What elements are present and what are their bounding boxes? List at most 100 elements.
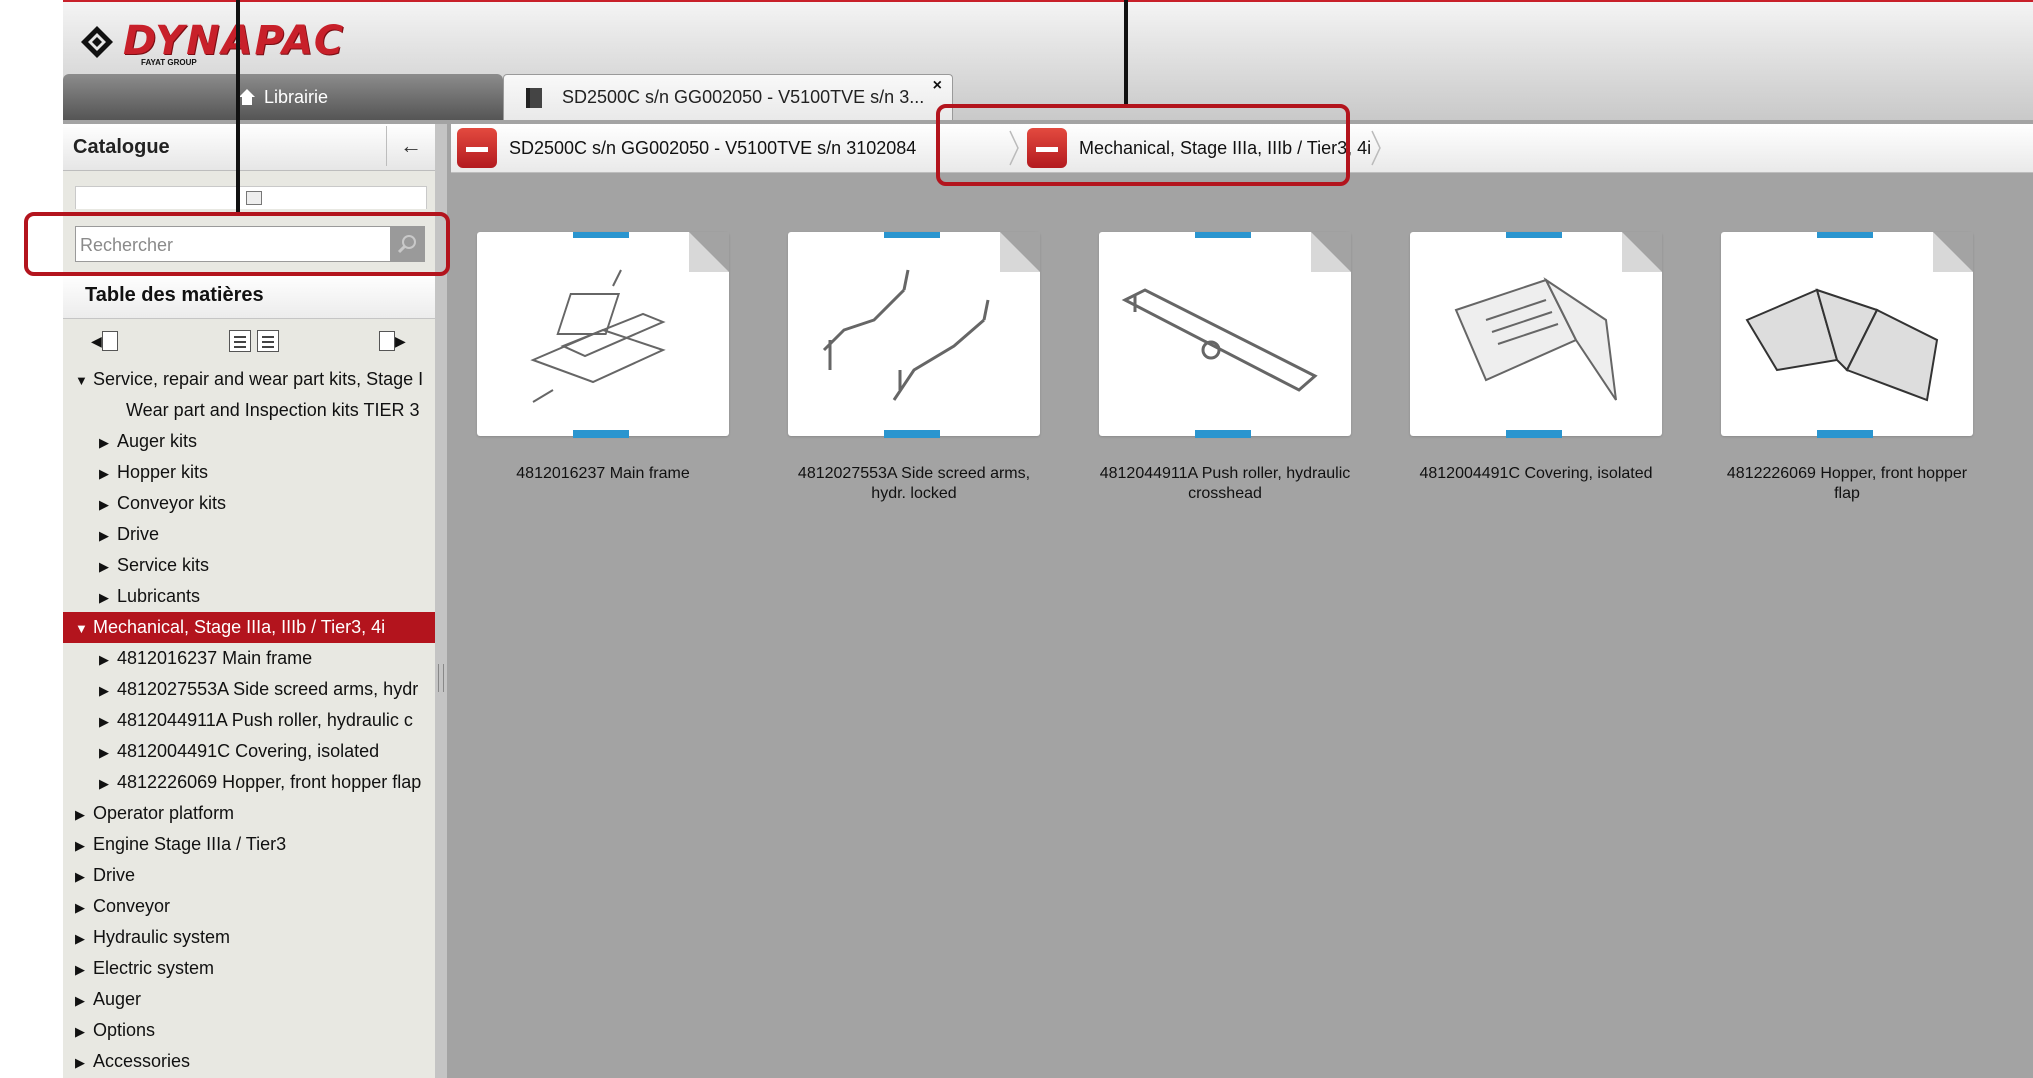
callout-search <box>24 212 450 276</box>
page-fold <box>1933 232 1973 272</box>
thumbnail-tab <box>1817 232 1873 238</box>
catalog-toolbar <box>75 186 427 209</box>
collapse-all-button[interactable] <box>257 329 279 353</box>
toc-navigation: ◀ ▶ <box>63 324 435 358</box>
tree-item[interactable]: ▶ 4812027553A Side screed arms, hydr <box>63 674 435 705</box>
breadcrumb-item-document[interactable]: SD2500C s/n GG002050 - V5100TVE s/n 3102… <box>457 128 916 168</box>
thumbnail-caption: 4812027553A Side screed arms, hydr. lock… <box>797 465 1031 502</box>
thumbnail-caption: 4812226069 Hopper, front hopper flap <box>1726 465 1968 502</box>
tree-item[interactable]: ▶ Drive <box>63 860 435 891</box>
thumbnail-caption: 4812004491C Covering, isolated <box>1419 465 1653 482</box>
thumbnail-card[interactable] <box>477 232 729 438</box>
tree-item[interactable]: ▶ Auger kits <box>63 426 435 457</box>
tab-library[interactable]: Librairie <box>63 74 503 120</box>
thumbnail-card[interactable] <box>1099 232 1351 438</box>
collapsed-arrow-icon[interactable]: ▶ <box>99 458 117 488</box>
brand-logo-icon <box>81 26 113 58</box>
collapsed-arrow-icon[interactable]: ▶ <box>75 985 93 1015</box>
collapsed-arrow-icon[interactable]: ▶ <box>99 551 117 581</box>
tree-item-label: Operator platform <box>93 803 235 823</box>
tree-item[interactable]: ▶ Service kits <box>63 550 435 581</box>
home-icon <box>238 89 255 105</box>
expand-all-button[interactable] <box>229 329 251 353</box>
expanded-arrow-icon[interactable]: ▼ <box>75 365 93 395</box>
thumbnail-side-screed-arms[interactable]: 4812027553A Side screed arms, hydr. lock… <box>788 232 1040 504</box>
expanded-arrow-icon[interactable]: ▼ <box>75 613 93 643</box>
tree-item[interactable]: ▶ Hydraulic system <box>63 922 435 953</box>
tree-item-label: Auger kits <box>117 431 198 451</box>
toc-title: Table des matières <box>85 284 264 306</box>
splitter-grip[interactable] <box>438 664 444 692</box>
tree-item[interactable]: ▶ 4812044911A Push roller, hydraulic c <box>63 705 435 736</box>
tree-item-label: Lubricants <box>117 586 201 606</box>
tab-library-label: Librairie <box>263 86 329 107</box>
tree-item[interactable]: ▶ Conveyor <box>63 891 435 922</box>
collapsed-arrow-icon[interactable]: ▶ <box>75 830 93 860</box>
catalog-header: Catalogue ← <box>63 124 435 171</box>
thumbnail-tab <box>573 430 629 438</box>
catalog-title: Catalogue <box>73 136 170 158</box>
collapsed-arrow-icon[interactable]: ▶ <box>99 706 117 736</box>
tab-document-label: SD2500C s/n GG002050 - V5100TVE s/n 3... <box>562 87 925 107</box>
tree-item[interactable]: ▶ Accessories <box>63 1046 435 1077</box>
tree-item[interactable]: ▶ Engine Stage IIIa / Tier3 <box>63 829 435 860</box>
tree-item[interactable]: ▶ Drive <box>63 519 435 550</box>
page-fold <box>1000 232 1040 272</box>
collapse-panel-button[interactable]: ← <box>386 126 435 166</box>
collapsed-arrow-icon[interactable]: ▶ <box>75 892 93 922</box>
thumbnail-card[interactable] <box>1410 232 1662 438</box>
thumbnail-tab <box>1195 430 1251 438</box>
thumbnail-push-roller[interactable]: 4812044911A Push roller, hydraulic cross… <box>1099 232 1351 504</box>
tree-item-label: 4812044911A Push roller, hydraulic c <box>117 710 413 730</box>
paver-icon <box>457 128 497 168</box>
thumbnail-covering[interactable]: 4812004491C Covering, isolated <box>1410 232 1662 484</box>
tree-item-label: 4812226069 Hopper, front hopper flap <box>117 772 422 792</box>
tree-item[interactable]: ▶ Operator platform <box>63 798 435 829</box>
tree-item-label: 4812016237 Main frame <box>117 648 313 668</box>
thumbnail-card[interactable] <box>788 232 1040 438</box>
flat-list-icon <box>257 330 279 352</box>
tree-item[interactable]: ▼ Mechanical, Stage IIIa, IIIb / Tier3, 4… <box>63 612 439 643</box>
collapsed-arrow-icon[interactable]: ▶ <box>75 799 93 829</box>
tree-item[interactable]: ▶ Auger <box>63 984 435 1015</box>
collapsed-arrow-icon[interactable]: ▶ <box>99 644 117 674</box>
thumbnail-card[interactable] <box>1721 232 1973 438</box>
collapsed-arrow-icon[interactable]: ▶ <box>99 582 117 612</box>
collapsed-arrow-icon[interactable]: ▶ <box>99 737 117 767</box>
tree-item[interactable]: ▶ Electric system <box>63 953 435 984</box>
thumbnail-hopper[interactable]: 4812226069 Hopper, front hopper flap <box>1721 232 1973 504</box>
collapsed-arrow-icon[interactable]: ▶ <box>99 520 117 550</box>
collapsed-arrow-icon[interactable]: ▶ <box>99 427 117 457</box>
print-icon[interactable] <box>246 191 262 205</box>
page-fold <box>689 232 729 272</box>
close-tab-icon[interactable]: × <box>933 77 942 95</box>
collapsed-arrow-icon[interactable]: ▶ <box>75 1047 93 1077</box>
tree-item[interactable]: ▶ Conveyor kits <box>63 488 435 519</box>
collapsed-arrow-icon[interactable]: ▶ <box>75 861 93 891</box>
tree-item-label: Drive <box>93 865 136 885</box>
tree-item[interactable]: Wear part and Inspection kits TIER 3 <box>63 395 435 426</box>
tree-item[interactable]: ▶ 4812226069 Hopper, front hopper flap <box>63 767 435 798</box>
tree-item[interactable]: ▼ Service, repair and wear part kits, Sta… <box>63 364 435 395</box>
tree-item[interactable]: ▶ Hopper kits <box>63 457 435 488</box>
next-page-button[interactable]: ▶ <box>379 329 406 353</box>
tree-item[interactable]: ▶ Options <box>63 1015 435 1046</box>
collapsed-arrow-icon[interactable]: ▶ <box>75 923 93 953</box>
thumbnail-main-frame[interactable]: 4812016237 Main frame <box>477 232 729 484</box>
toc-tree: ▼ Service, repair and wear part kits, Sta… <box>63 364 439 1077</box>
tree-item[interactable]: ▶ 4812016237 Main frame <box>63 643 435 674</box>
collapsed-arrow-icon[interactable]: ▶ <box>75 1016 93 1046</box>
collapsed-arrow-icon[interactable]: ▶ <box>99 768 117 798</box>
collapsed-arrow-icon[interactable]: ▶ <box>99 675 117 705</box>
tree-item-label: Conveyor <box>93 896 171 916</box>
tree-item[interactable]: ▶ Lubricants <box>63 581 435 612</box>
collapsed-arrow-icon[interactable]: ▶ <box>75 954 93 984</box>
previous-page-button[interactable]: ◀ <box>91 329 118 353</box>
thumbnail-tab <box>1817 430 1873 438</box>
brand-logo: DYNAPAC FAYAT GROUP <box>79 18 439 67</box>
tab-document[interactable]: SD2500C s/n GG002050 - V5100TVE s/n 3...… <box>503 74 953 120</box>
screed-arms-drawing <box>822 269 990 401</box>
thumbnail-tab <box>1506 430 1562 438</box>
tree-item[interactable]: ▶ 4812004491C Covering, isolated <box>63 736 435 767</box>
collapsed-arrow-icon[interactable]: ▶ <box>99 489 117 519</box>
